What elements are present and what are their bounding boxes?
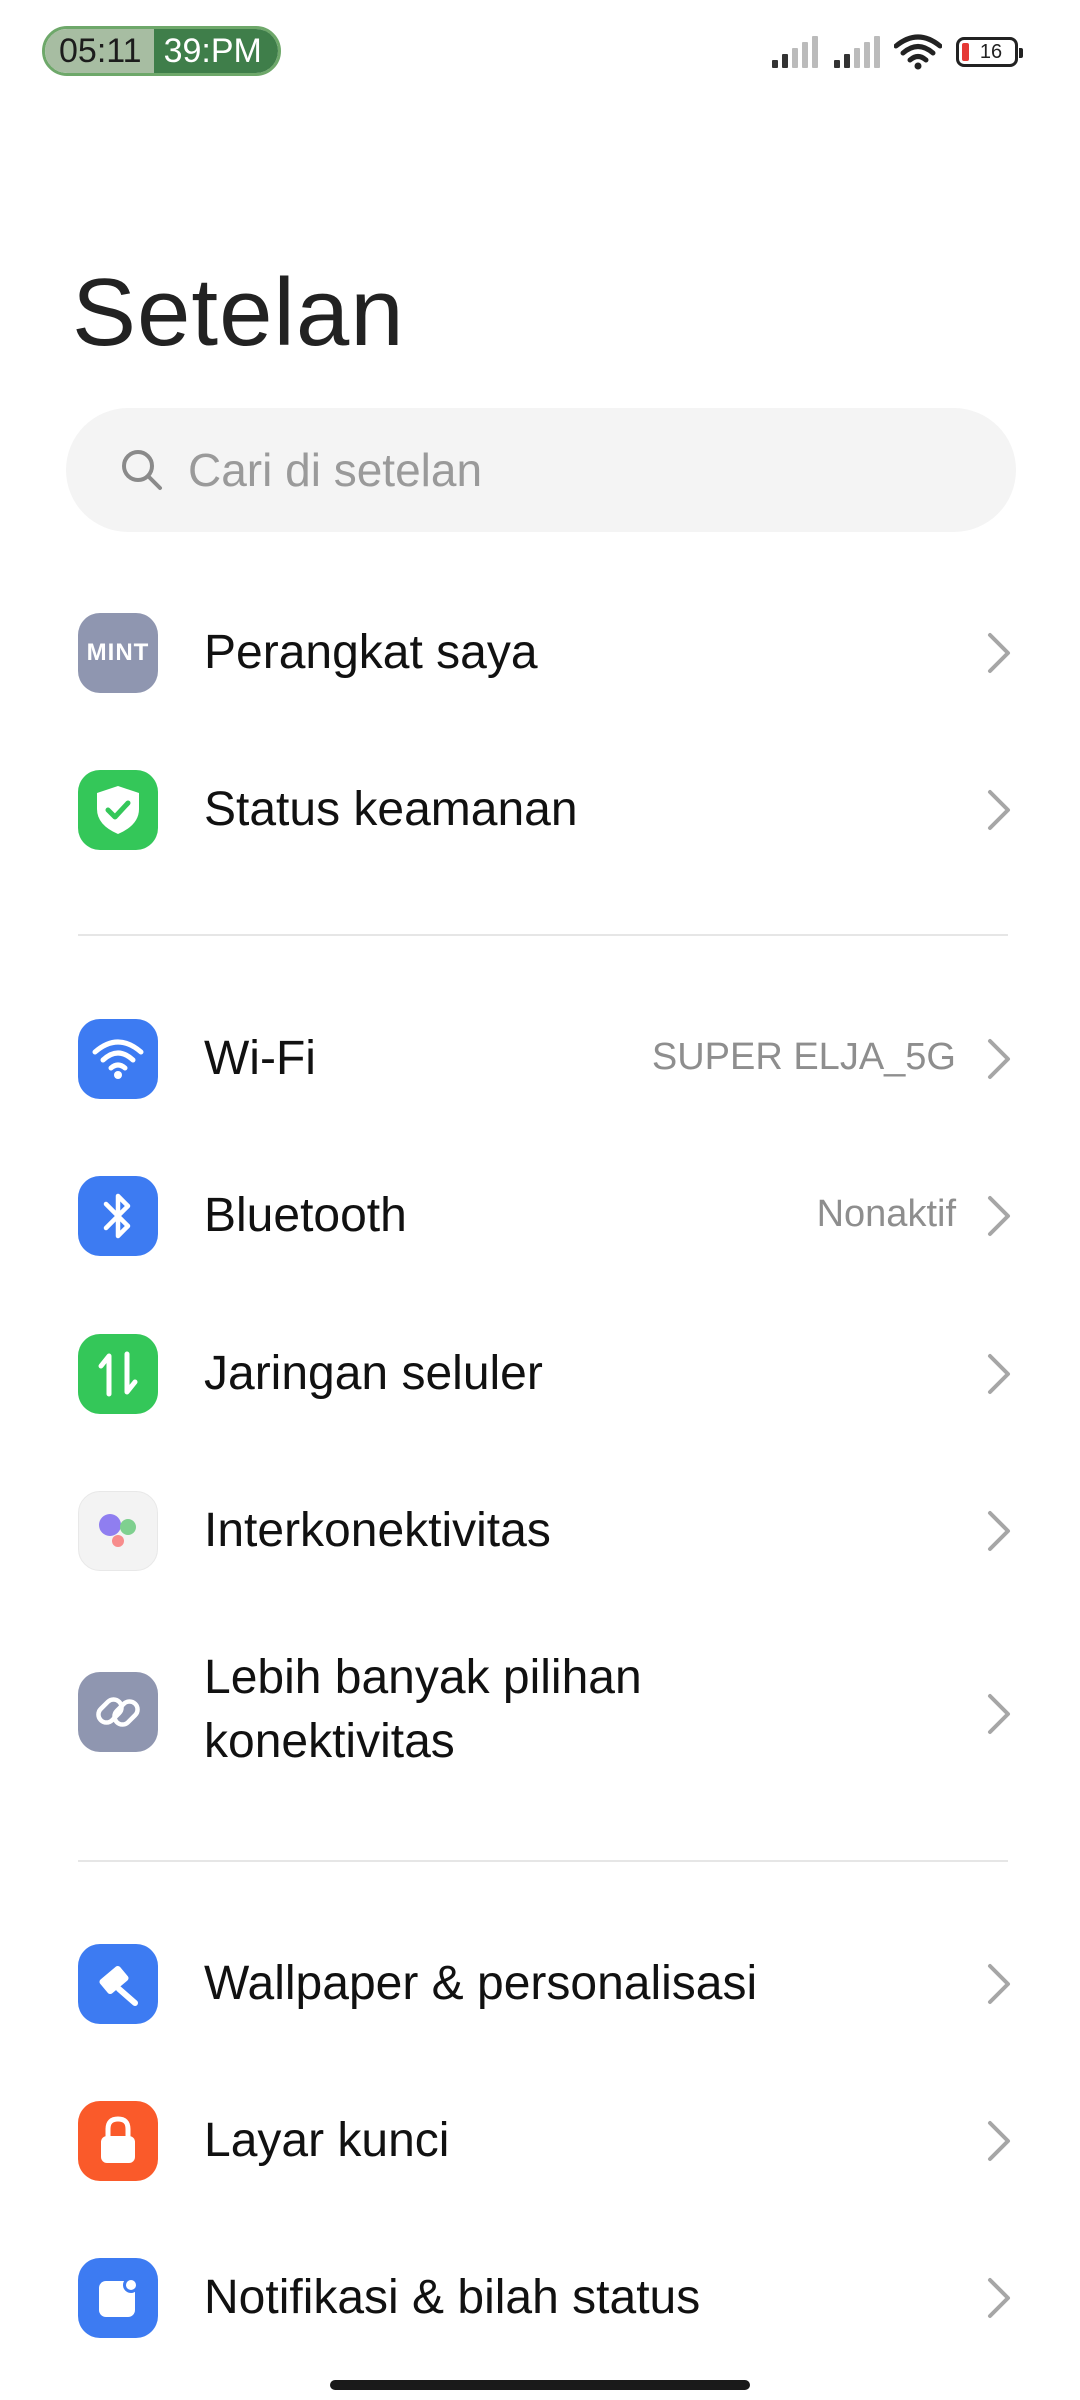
divider [78, 934, 1008, 936]
status-icons: 16 [770, 34, 1023, 70]
mobile-data-icon [78, 1334, 158, 1414]
chevron-right-icon [988, 1196, 1010, 1236]
chevron-right-icon [988, 633, 1010, 673]
settings-item-label: Wi-Fi [204, 1032, 316, 1085]
notification-icon [78, 2258, 158, 2338]
chevron-right-icon [988, 1039, 1010, 1079]
settings-item-value: Nonaktif [816, 1193, 956, 1235]
status-bar: 05:11 39:PM 16 [0, 0, 1080, 110]
clock-part-2: 39:PM [153, 29, 278, 73]
settings-item-security-status[interactable]: Status keamanan [0, 735, 1080, 885]
settings-item-label: Layar kunci [204, 2114, 450, 2167]
wifi-status-icon [894, 34, 942, 70]
settings-item-mobile-network[interactable]: Jaringan seluler [0, 1299, 1080, 1449]
settings-item-label: Bluetooth [204, 1189, 407, 1242]
settings-item-label: Wallpaper & personalisasi [204, 1957, 758, 2010]
chevron-right-icon [988, 1511, 1010, 1551]
settings-item-my-device[interactable]: MINT Perangkat saya [0, 578, 1080, 728]
settings-item-label-line-2: konektivitas [204, 1715, 455, 1768]
settings-item-interconnectivity[interactable]: Interkonektivitas [0, 1456, 1080, 1606]
settings-item-wifi[interactable]: Wi-Fi SUPER ELJA_5G [0, 984, 1080, 1134]
settings-item-bluetooth[interactable]: Bluetooth Nonaktif [0, 1141, 1080, 1291]
settings-item-label: Status keamanan [204, 783, 578, 836]
settings-item-notifications[interactable]: Notifikasi & bilah status [0, 2223, 1080, 2373]
settings-item-wallpaper[interactable]: Wallpaper & personalisasi [0, 1909, 1080, 2059]
settings-item-label: Interkonektivitas [204, 1504, 551, 1557]
divider [78, 1860, 1008, 1862]
signal-1-icon [772, 36, 818, 68]
settings-item-value: SUPER ELJA_5G [651, 1036, 956, 1078]
settings-item-label-line-1: Lebih banyak pilihan [204, 1651, 642, 1704]
bluetooth-icon [78, 1176, 158, 1256]
link-icon [78, 1672, 158, 1752]
lock-icon [78, 2101, 158, 2181]
battery-icon: 16 [956, 37, 1023, 67]
search-bar[interactable]: Cari di setelan [66, 408, 1016, 532]
settings-item-more-connectivity[interactable]: Lebih banyak pilihan konektivitas [0, 1634, 1080, 1794]
settings-item-label: Notifikasi & bilah status [204, 2271, 701, 2324]
search-icon [122, 450, 162, 490]
chevron-right-icon [988, 1964, 1010, 2004]
clock-pill: 05:11 39:PM [42, 26, 281, 76]
home-indicator[interactable] [330, 2380, 750, 2390]
clock-part-1: 05:11 [45, 29, 154, 73]
settings-screen: 05:11 39:PM 16 Setelan Cari di setelan M… [0, 0, 1080, 2400]
interconnect-icon [78, 1491, 158, 1571]
battery-level: 16 [979, 40, 1003, 63]
chevron-right-icon [988, 1354, 1010, 1394]
chevron-right-icon [988, 1694, 1010, 1734]
settings-item-label: Perangkat saya [204, 626, 538, 679]
mint-icon: MINT [78, 613, 158, 693]
mint-logo-text: MINT [86, 639, 150, 666]
search-placeholder: Cari di setelan [188, 444, 483, 496]
wifi-icon [78, 1019, 158, 1099]
signal-2-icon [834, 36, 880, 68]
chevron-right-icon [988, 2278, 1010, 2318]
shield-check-icon [78, 770, 158, 850]
chevron-right-icon [988, 790, 1010, 830]
settings-item-lock-screen[interactable]: Layar kunci [0, 2066, 1080, 2216]
settings-item-label: Jaringan seluler [204, 1347, 543, 1400]
page-title: Setelan [72, 259, 405, 366]
brush-icon [78, 1944, 158, 2024]
chevron-right-icon [988, 2121, 1010, 2161]
